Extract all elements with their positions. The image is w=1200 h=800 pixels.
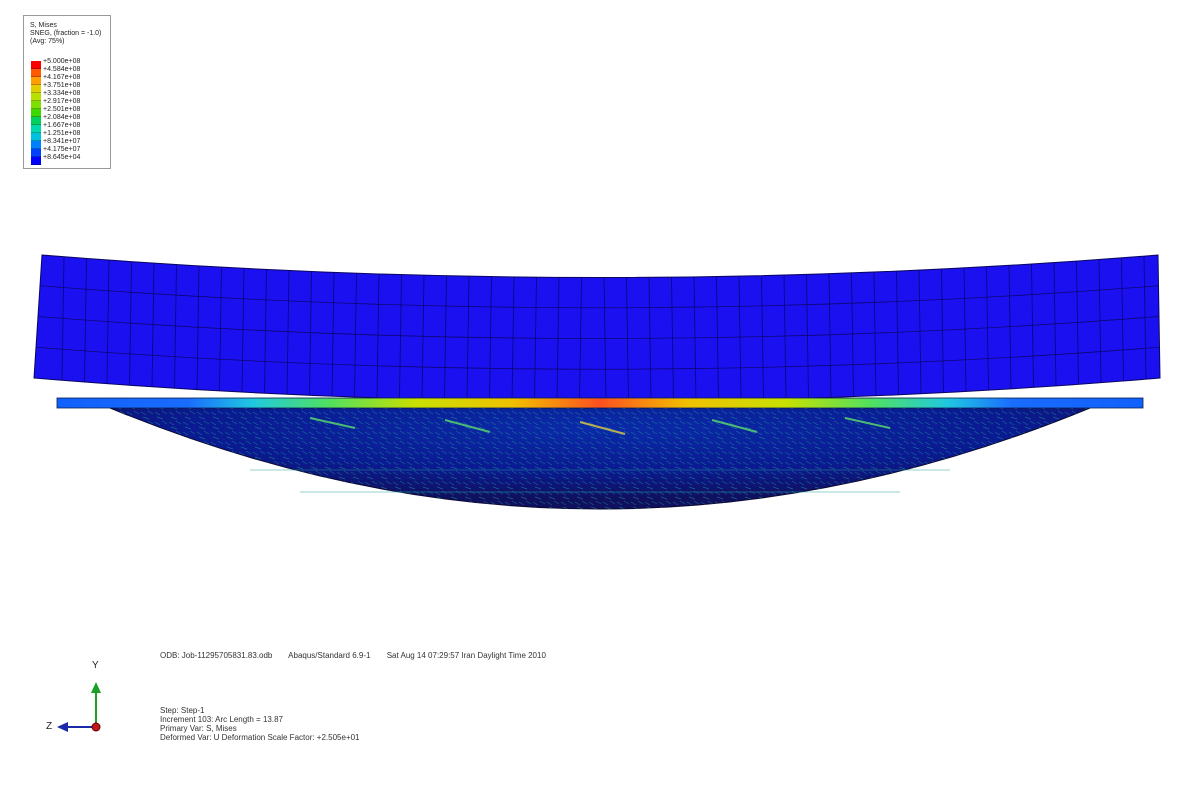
increment-label: Increment 103: Arc Length = 13.87 — [160, 715, 283, 724]
y-axis-arrow-icon — [91, 682, 101, 693]
solver-version: Abaqus/Standard 6.9-1 — [288, 651, 371, 660]
steel-plate-strip — [56, 397, 1144, 409]
deformed-beam — [33, 254, 1161, 402]
odb-info: ODB: Job-11295705831.83.odb Abaqus/Stand… — [160, 651, 546, 660]
fe-model-viewport — [33, 254, 1161, 510]
x-axis-origin-icon — [91, 722, 101, 732]
step-info: Step: Step-1 Increment 103: Arc Length =… — [160, 706, 360, 742]
primary-var-label: Primary Var: S, Mises — [160, 724, 237, 733]
run-date: Sat Aug 14 07:29:57 Iran Daylight Time 2… — [386, 651, 546, 660]
odb-file: ODB: Job-11295705831.83.odb — [160, 651, 273, 660]
slab-crack-pattern — [110, 408, 1090, 509]
deformed-var-label: Deformed Var: U Deformation Scale Factor… — [160, 733, 360, 742]
z-axis-arrow-icon — [57, 722, 68, 732]
step-label: Step: Step-1 — [160, 706, 205, 715]
y-axis-label: Y — [92, 660, 99, 671]
z-axis-label: Z — [46, 721, 53, 732]
